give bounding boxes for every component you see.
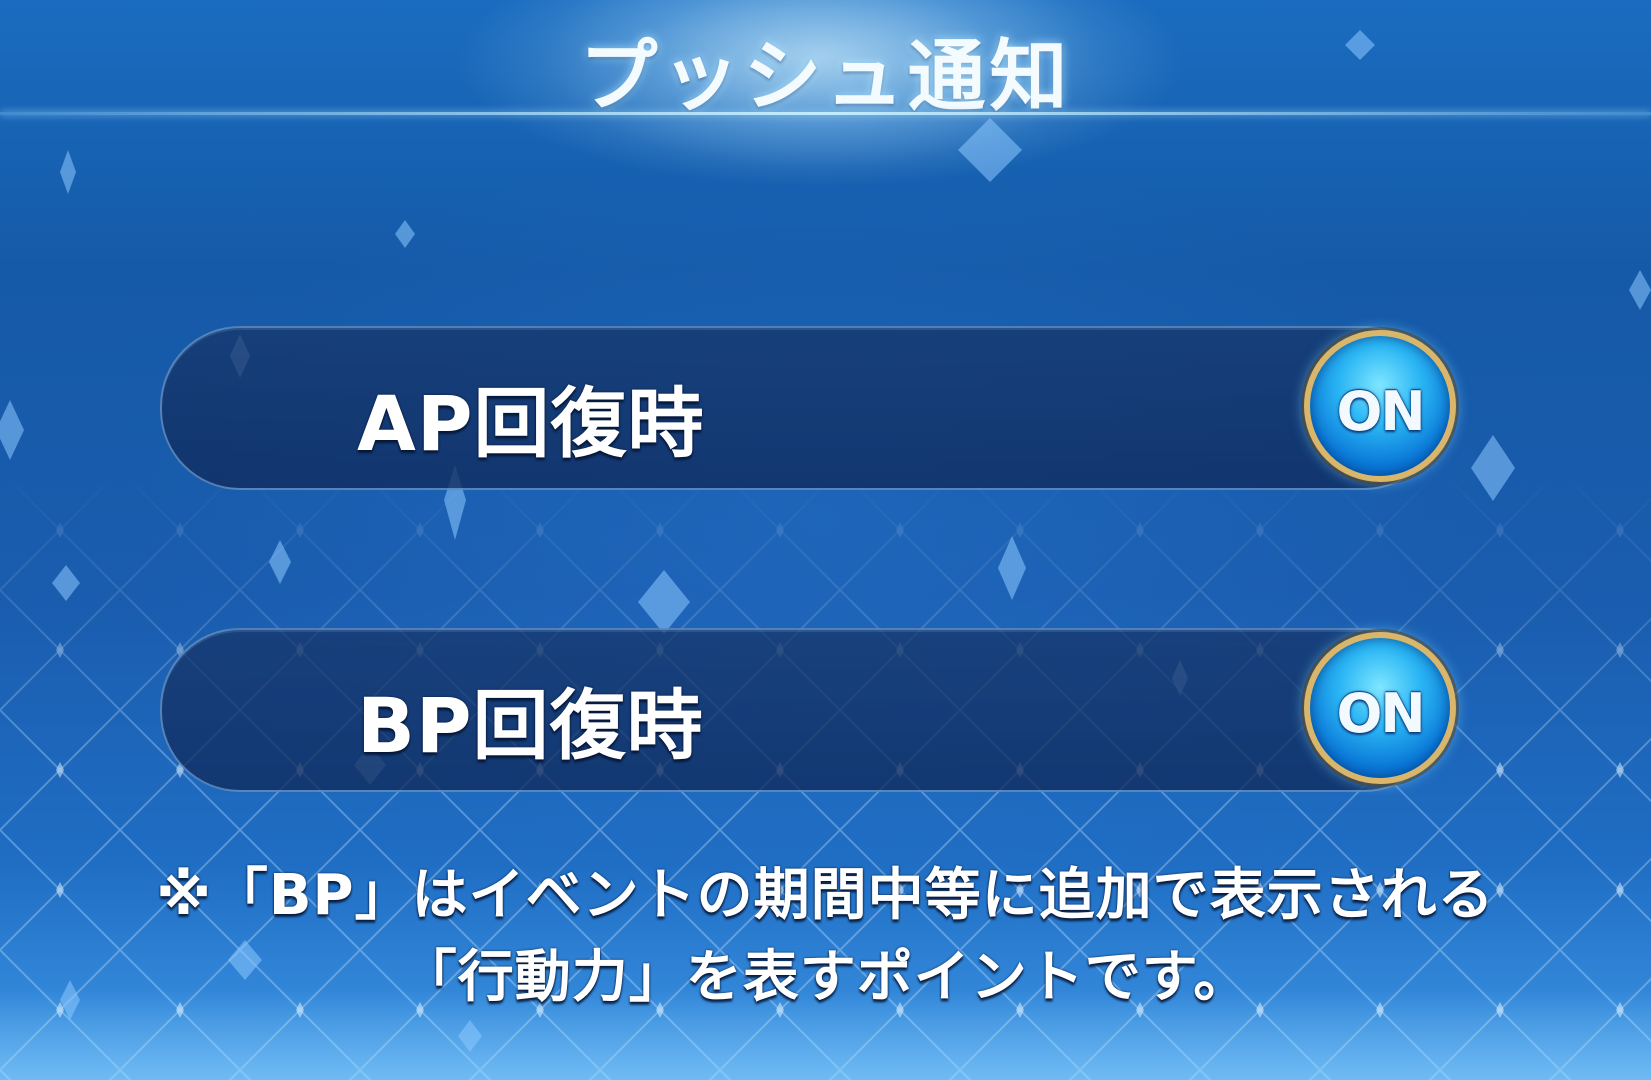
- toggle-state-label: ON: [1336, 682, 1425, 745]
- toggle-state-label: ON: [1336, 380, 1425, 443]
- setting-label-ap-recovery: AP回復時: [357, 379, 705, 468]
- bp-explanation-note: ※「BP」はイベントの期間中等に追加で表示される 「行動力」を表すポイントです。: [0, 855, 1651, 1019]
- note-line-1: ※「BP」はイベントの期間中等に追加で表示される: [156, 863, 1495, 928]
- title-divider: [0, 112, 1651, 115]
- page-title: プッシュ通知: [579, 32, 1072, 122]
- setting-label-bp-recovery: BP回復時: [357, 681, 704, 770]
- setting-row-bp-recovery: BP回復時 ON: [160, 628, 1456, 792]
- push-notification-screen: プッシュ通知 AP回復時 ON BP回復時 ON ※「BP」はイベントの期間中等…: [0, 0, 1651, 1080]
- setting-row-ap-recovery: AP回復時 ON: [160, 326, 1456, 490]
- bp-recovery-toggle-button[interactable]: ON: [1304, 632, 1456, 784]
- note-line-2: 「行動力」を表すポイントです。: [400, 945, 1251, 1010]
- ap-recovery-toggle-button[interactable]: ON: [1304, 330, 1456, 482]
